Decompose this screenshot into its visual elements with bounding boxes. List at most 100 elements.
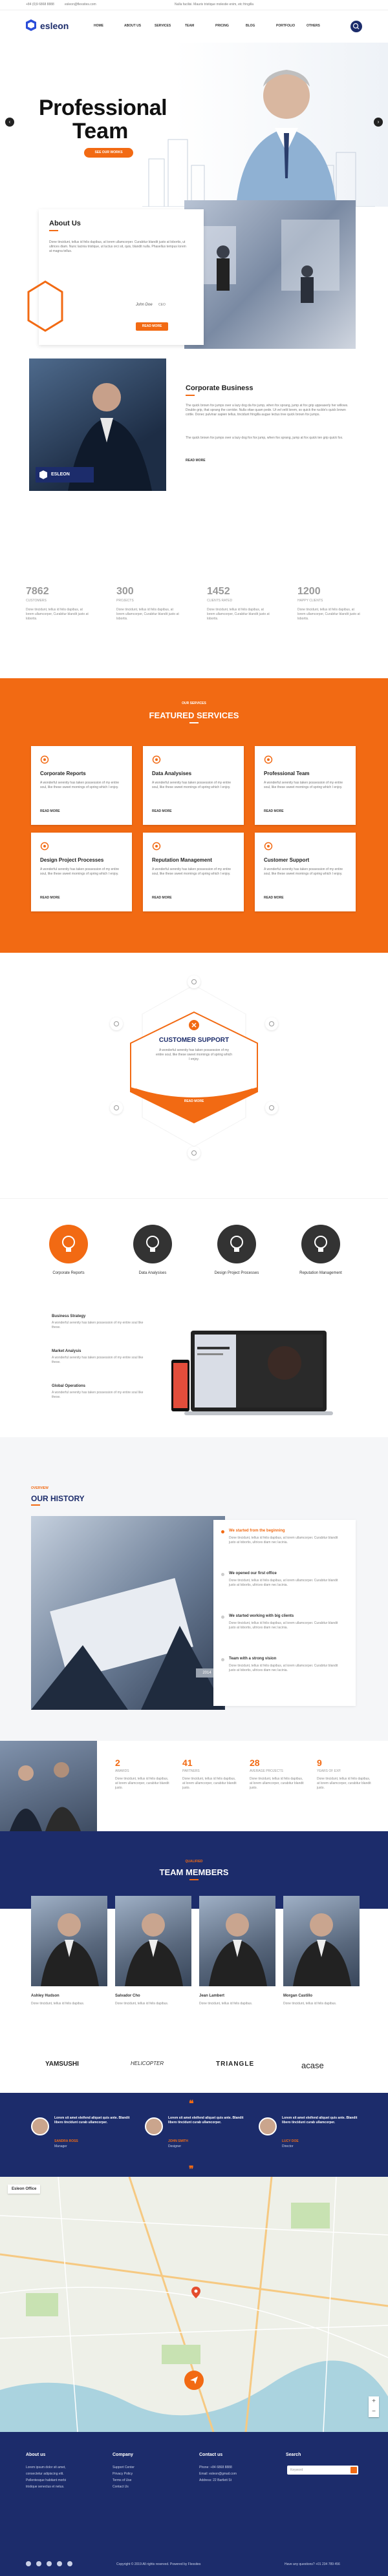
map-send-button[interactable] xyxy=(184,2371,204,2390)
nav-item-pricing[interactable]: PRICING xyxy=(215,24,229,28)
testimonial-role: Director xyxy=(282,2145,294,2148)
hero-cta-button[interactable]: SEE OUR WORKS xyxy=(84,148,133,158)
footer-column-heading: Search xyxy=(286,2453,301,2457)
trophy-icon[interactable] xyxy=(265,1101,278,1114)
map-graphic[interactable] xyxy=(0,2177,388,2432)
footer-link[interactable]: Support Center xyxy=(113,2466,135,2469)
service-read-more-link[interactable]: READ MORE xyxy=(264,896,284,900)
client-logo[interactable]: acase xyxy=(301,2061,324,2070)
about-hexagon-decoration xyxy=(26,280,65,335)
team-member-photo[interactable] xyxy=(31,1896,107,1986)
eye-icon[interactable] xyxy=(188,975,200,988)
team-eyebrow: QUALIFIED xyxy=(185,1860,203,1864)
footer-link: Pellentesque habitant morbi xyxy=(26,2478,66,2482)
corporate-section: ESLEON Corporate Business The quick brow… xyxy=(0,355,388,501)
service-card[interactable]: Professional Team A wonderful serenity ha… xyxy=(255,746,356,825)
counters-photo xyxy=(0,1741,97,1831)
stat-number: 1452 xyxy=(207,586,230,597)
service-card[interactable]: Data Analysises A wonderful serenity has … xyxy=(143,746,244,825)
team-member-photo[interactable] xyxy=(283,1896,360,1986)
footer-link[interactable]: Privacy Policy xyxy=(113,2472,133,2476)
team-member-photo[interactable] xyxy=(199,1896,275,1986)
client-logo[interactable]: HELICOPTER xyxy=(131,2061,164,2066)
nav-item-others[interactable]: OTHERS xyxy=(307,24,320,28)
client-logo[interactable]: TRIANGLE xyxy=(216,2061,254,2068)
nav-item-services[interactable]: SERVICES xyxy=(155,24,171,28)
corporate-read-more-link[interactable]: READ MORE xyxy=(186,459,206,462)
testimonial-name: JOHN SMITH xyxy=(168,2139,188,2143)
bulb-icon[interactable] xyxy=(49,1225,88,1263)
pen-icon[interactable] xyxy=(265,1017,278,1030)
search-icon[interactable] xyxy=(350,2467,357,2473)
gauge-icon[interactable] xyxy=(133,1225,172,1263)
topbar-email[interactable]: esleon@flexsites.com xyxy=(65,3,96,7)
footer-link: Email: esleon@gmail.com xyxy=(199,2472,237,2476)
timeline-description: Done tincidunt, tellus id felis dapibus,… xyxy=(229,1621,338,1630)
service-card[interactable]: Customer Support A wonderful serenity has… xyxy=(255,833,356,911)
support-hexagon: CUSTOMER SUPPORT A wonderful serenity ha… xyxy=(129,1011,259,1124)
chart-icon[interactable] xyxy=(110,1101,123,1114)
about-read-more-button[interactable]: READ MORE xyxy=(136,322,168,331)
google-icon[interactable] xyxy=(47,2561,52,2566)
service-read-more-link[interactable]: READ MORE xyxy=(40,809,60,813)
footer-search-placeholder: Keyword xyxy=(290,2468,303,2472)
footer-column-heading: About us xyxy=(26,2453,46,2457)
twitter-icon[interactable] xyxy=(36,2561,41,2566)
linkedin-icon[interactable] xyxy=(57,2561,62,2566)
logo-text[interactable]: esleon xyxy=(40,21,69,31)
footer-search-input[interactable]: Keyword xyxy=(287,2466,358,2475)
brush-icon[interactable] xyxy=(217,1225,256,1263)
timeline-description: Done tincidunt, tellus id felis dapibus,… xyxy=(229,1579,338,1587)
footer-link[interactable]: Terms of Use xyxy=(113,2478,131,2482)
counter-description: Done tincidunt, tellus id felis dapibus,… xyxy=(250,1777,304,1790)
counter-label: AWARDS xyxy=(115,1769,129,1773)
logo-icon[interactable] xyxy=(26,19,36,31)
team-member-name: Jean Lambert xyxy=(199,1994,225,1998)
team-member-photo[interactable] xyxy=(115,1896,191,1986)
nav-item-blog[interactable]: BLOG xyxy=(246,24,255,28)
map-marker-icon[interactable] xyxy=(191,2287,200,2301)
team-member-name: Ashley Hudson xyxy=(31,1994,59,1998)
support-title: CUSTOMER SUPPORT xyxy=(158,1037,230,1044)
service-card[interactable]: Design Project Processes A wonderful sere… xyxy=(31,833,132,911)
corporate-title: Corporate Business xyxy=(186,384,253,392)
about-role: CEO xyxy=(158,303,166,307)
title-underline xyxy=(186,395,195,396)
testimonial-role: Designer xyxy=(168,2145,182,2148)
service-title: Design Project Processes xyxy=(40,857,104,863)
nav-item-team[interactable]: TEAM xyxy=(185,24,194,28)
slider-next-arrow[interactable]: › xyxy=(374,118,383,127)
client-logo[interactable]: YAMSUSHI xyxy=(45,2061,79,2068)
footer-link[interactable]: Contact Us xyxy=(113,2485,129,2489)
about-section: About Us Done tincidunt, tellus id felis… xyxy=(0,200,388,355)
service-read-more-link[interactable]: READ MORE xyxy=(152,896,172,900)
service-read-more-link[interactable]: READ MORE xyxy=(40,896,60,900)
people-icon[interactable] xyxy=(110,1017,123,1030)
trophy-icon[interactable] xyxy=(301,1225,340,1263)
instagram-icon[interactable] xyxy=(67,2561,72,2566)
circle-service-label: Design Project Processes xyxy=(214,1271,259,1275)
service-read-more-link[interactable]: READ MORE xyxy=(264,809,284,813)
footer-column-heading: Contact us xyxy=(199,2453,223,2457)
slider-prev-arrow[interactable]: ‹ xyxy=(5,118,14,127)
service-card[interactable]: Corporate Reports A wonderful serenity ha… xyxy=(31,746,132,825)
nav-item-about-us[interactable]: ABOUT US xyxy=(124,24,141,28)
feature-title: Global Operations xyxy=(52,1384,86,1388)
laptop-mockup xyxy=(171,1327,336,1424)
support-read-more-button[interactable]: READ MORE xyxy=(180,1099,208,1103)
nav-item-home[interactable]: HOME xyxy=(94,24,103,28)
zoom-controls[interactable]: + − xyxy=(369,2396,379,2417)
timeline-title: We started from the beginning xyxy=(229,1529,285,1533)
counter-description: Done tincidunt, tellus id felis dapibus,… xyxy=(115,1777,169,1790)
nav-item-portfolio[interactable]: PORTFOLIO xyxy=(276,24,295,28)
search-icon[interactable] xyxy=(350,21,362,32)
team-member-name: Morgan Castillo xyxy=(283,1994,313,1998)
stat-label: CLIENTS RATED xyxy=(207,599,233,603)
service-card[interactable]: Reputation Management A wonderful serenit… xyxy=(143,833,244,911)
about-title: About Us xyxy=(49,220,81,227)
gear-icon[interactable] xyxy=(188,1147,200,1159)
facebook-icon[interactable] xyxy=(26,2561,31,2566)
service-read-more-link[interactable]: READ MORE xyxy=(152,809,172,813)
service-description: A wonderful serenity has taken possessio… xyxy=(152,867,232,876)
services-title: FEATURED SERVICES xyxy=(149,711,239,720)
